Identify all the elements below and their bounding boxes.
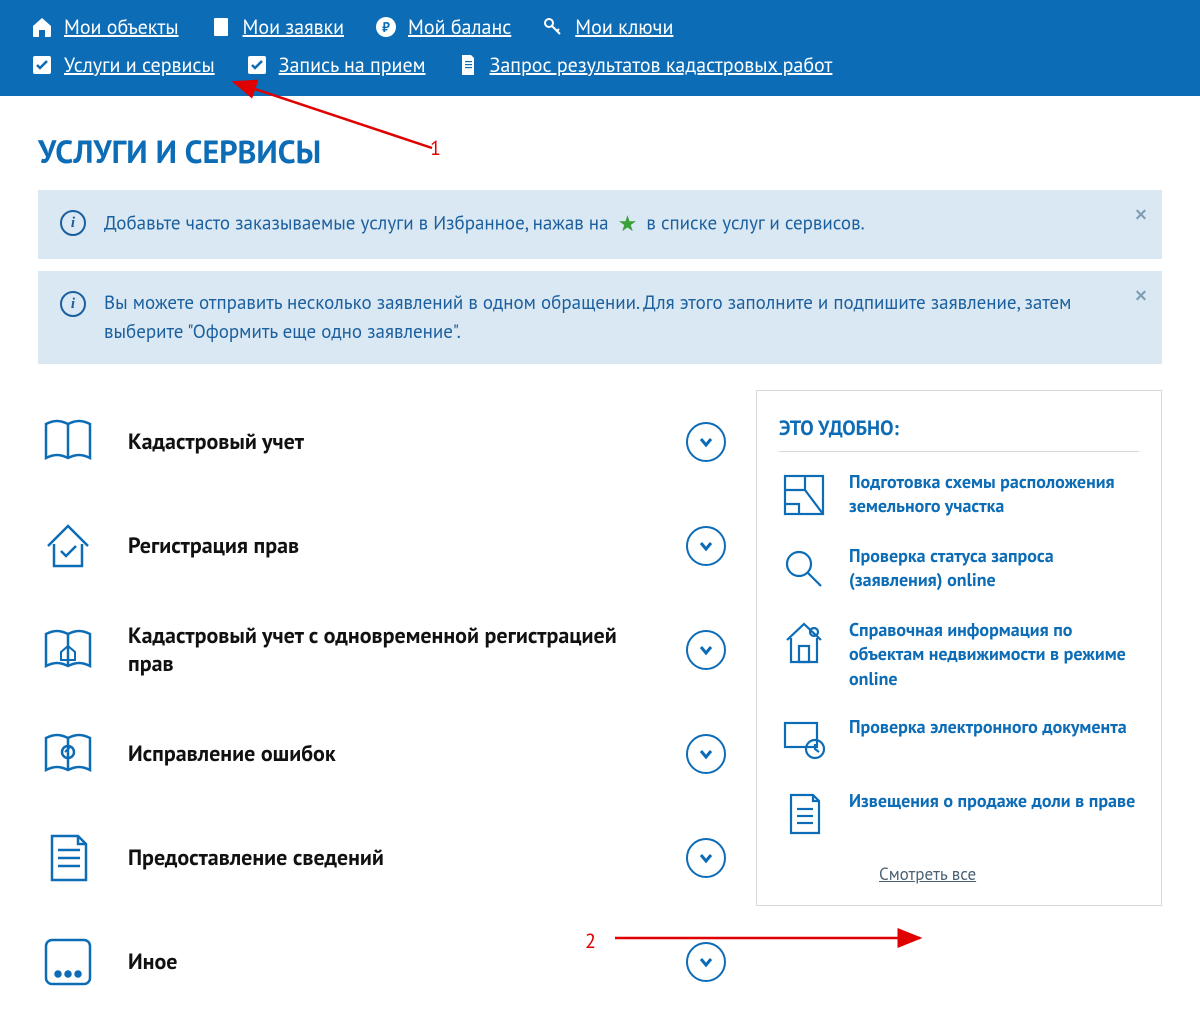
nav-label: Мои объекты (64, 14, 179, 40)
sidebar-item-text: Подготовка схемы расположения земельного… (849, 470, 1139, 520)
nav-label: Услуги и сервисы (64, 52, 215, 78)
chevron-down-icon[interactable] (686, 422, 726, 462)
chevron-down-icon[interactable] (686, 734, 726, 774)
nav-ruble[interactable]: ₽ Мой баланс (374, 8, 511, 46)
nav-doc[interactable]: Мои заявки (209, 8, 345, 46)
category-row[interactable]: Предоставление сведений (38, 806, 726, 910)
nav-label: Мои ключи (575, 14, 673, 40)
book-icon (38, 412, 98, 472)
dots-icon (38, 932, 98, 992)
close-icon[interactable]: × (1134, 281, 1148, 309)
chevron-down-icon[interactable] (686, 838, 726, 878)
info-box-favorites: i Добавьте часто заказываемые услуги в И… (38, 190, 1162, 259)
check-icon (245, 53, 269, 77)
sidebar-item[interactable]: Проверка статуса запроса (заявления) onl… (779, 544, 1139, 594)
annotation-label-1: 1 (430, 135, 441, 161)
home-icon (30, 15, 54, 39)
nav-label: Мои заявки (243, 14, 345, 40)
check-icon (30, 53, 54, 77)
sidebar-item-text: Извещения о продаже доли в праве (849, 789, 1135, 839)
star-icon: ★ (618, 208, 638, 241)
info-text: Вы можете отправить несколько заявлений … (104, 289, 1102, 346)
nav-key[interactable]: Мои ключи (541, 8, 673, 46)
see-all-link[interactable]: Смотреть все (879, 863, 1139, 885)
chevron-down-icon[interactable] (686, 630, 726, 670)
category-row[interactable]: Кадастровый учет с одновременной регистр… (38, 598, 726, 702)
sidebar-item[interactable]: Извещения о продаже доли в праве (779, 789, 1139, 839)
page-title: УСЛУГИ И СЕРВИСЫ (38, 130, 1162, 172)
close-icon[interactable]: × (1134, 200, 1148, 228)
plan-icon (779, 470, 829, 520)
nav-check[interactable]: Услуги и сервисы (30, 46, 215, 84)
category-row[interactable]: Иное (38, 910, 726, 1014)
annotation-label-2: 2 (585, 928, 596, 954)
category-title: Исправление ошибок (128, 740, 656, 768)
info-box-multiapp: i Вы можете отправить несколько заявлени… (38, 271, 1162, 364)
category-title: Регистрация прав (128, 532, 656, 560)
info-text-b: в списке услуг и сервисов. (646, 211, 864, 235)
category-title: Кадастровый учет (128, 428, 656, 456)
ruble-icon: ₽ (374, 15, 398, 39)
key-icon (541, 15, 565, 39)
nav-home[interactable]: Мои объекты (30, 8, 179, 46)
search-icon (779, 544, 829, 594)
category-row[interactable]: Кадастровый учет (38, 390, 726, 494)
nav-label: Запись на прием (279, 52, 426, 78)
category-title: Кадастровый учет с одновременной регистр… (128, 622, 656, 678)
sidebar-item[interactable]: Подготовка схемы расположения земельного… (779, 470, 1139, 520)
svg-text:₽: ₽ (382, 18, 390, 36)
category-title: Иное (128, 948, 656, 976)
house-ok-icon (38, 516, 98, 576)
info-icon: i (60, 210, 86, 236)
category-row[interactable]: Регистрация прав (38, 494, 726, 598)
nav-page[interactable]: Запрос результатов кадастровых работ (456, 46, 833, 84)
chevron-down-icon[interactable] (686, 942, 726, 982)
book-edit-icon (38, 724, 98, 784)
info-icon: i (60, 291, 86, 317)
screen-icon (779, 715, 829, 765)
sidebar-item[interactable]: Проверка электронного документа (779, 715, 1139, 765)
sidebar-item-text: Проверка статуса запроса (заявления) onl… (849, 544, 1139, 594)
sidebar-item-text: Проверка электронного документа (849, 715, 1127, 765)
page-icon (456, 53, 480, 77)
doc-side-icon (779, 789, 829, 839)
nav-check[interactable]: Запись на прием (245, 46, 426, 84)
nav-label: Мой баланс (408, 14, 511, 40)
sidebar-title: ЭТО УДОБНО: (779, 415, 1139, 441)
divider (779, 451, 1139, 452)
category-row[interactable]: Исправление ошибок (38, 702, 726, 806)
doc-icon (209, 15, 233, 39)
house-info-icon (779, 618, 829, 668)
chevron-down-icon[interactable] (686, 526, 726, 566)
book-house-icon (38, 620, 98, 680)
nav-label: Запрос результатов кадастровых работ (490, 52, 833, 78)
sidebar-item-text: Справочная информация по объектам недвиж… (849, 618, 1139, 691)
category-title: Предоставление сведений (128, 844, 656, 872)
sidebar-item[interactable]: Справочная информация по объектам недвиж… (779, 618, 1139, 691)
info-text-a: Добавьте часто заказываемые услуги в Изб… (104, 211, 609, 235)
sheet-icon (38, 828, 98, 888)
